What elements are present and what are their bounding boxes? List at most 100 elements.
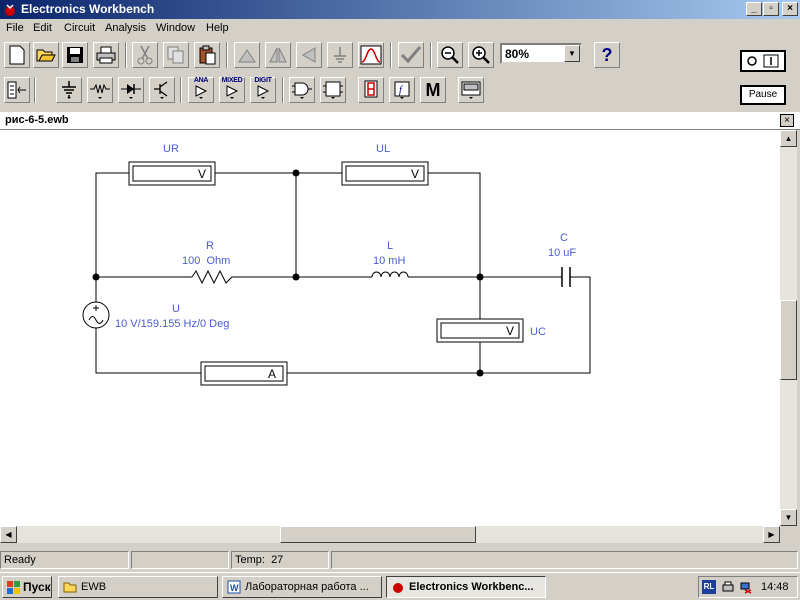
digital-bin-button[interactable] [320, 77, 346, 103]
voltmeter-ur-label: UR [163, 143, 179, 155]
scroll-up-icon[interactable]: ▲ [780, 130, 797, 147]
analog-ics-bin-button[interactable]: ANA [188, 77, 214, 103]
svg-text:W: W [230, 583, 239, 593]
menu-window[interactable]: Window [156, 22, 195, 34]
cut-button[interactable] [132, 42, 158, 68]
taskbar-item-ewb[interactable]: EWB [58, 576, 218, 598]
transistor-icon [154, 81, 168, 99]
window-titlebar[interactable]: Electronics Workbench _ ▫ × [0, 0, 800, 19]
zoom-select[interactable]: 80% ▼ [500, 43, 582, 64]
instruments-bin-button[interactable] [458, 77, 484, 103]
status-message: Ready [0, 551, 129, 569]
vertical-scroll-thumb[interactable] [780, 300, 797, 380]
app-root: Electronics Workbench _ ▫ × File Edit Ci… [0, 0, 800, 600]
save-button[interactable] [62, 42, 88, 68]
menu-circuit[interactable]: Circuit [64, 22, 95, 34]
scroll-right-icon[interactable]: ▶ [763, 526, 780, 543]
power-switch-icon [747, 54, 779, 68]
paste-icon [199, 45, 216, 65]
inductor-name: L [387, 240, 393, 252]
mixed-ics-label: MIXED [221, 77, 243, 84]
status-bar: Ready Temp: 27 [0, 549, 800, 571]
sources-bin-button[interactable] [56, 77, 82, 103]
flip-horizontal-button[interactable] [265, 42, 291, 68]
controls-bin-button[interactable]: f [389, 77, 415, 103]
help-button[interactable]: ? [594, 42, 620, 68]
scroll-down-icon[interactable]: ▼ [780, 509, 797, 526]
component-properties-icon [334, 47, 346, 63]
document-close-button[interactable]: × [780, 114, 794, 127]
indicators-bin-button[interactable] [358, 77, 384, 103]
instrument-icon [461, 81, 481, 99]
close-button[interactable]: × [782, 2, 798, 16]
taskbar-item-workbench[interactable]: Electronics Workbenc... [386, 576, 546, 598]
pause-button[interactable]: Pause [740, 85, 786, 105]
system-tray: RL 14:48 [698, 576, 798, 598]
restore-button[interactable]: ▫ [763, 2, 779, 16]
junction-dot [292, 273, 300, 281]
print-button[interactable] [93, 42, 119, 68]
digital-ics-bin-button[interactable]: DIGIT [250, 77, 276, 103]
zoom-out-button[interactable] [437, 42, 463, 68]
flip-flop-icon [323, 81, 343, 99]
horizontal-scrollbar[interactable]: ◀ ▶ [0, 526, 780, 543]
paste-button[interactable] [194, 42, 220, 68]
transistors-bin-button[interactable] [149, 77, 175, 103]
miscellaneous-bin-button[interactable]: M [420, 77, 446, 103]
digital-ics-label: DIGIT [254, 77, 272, 84]
junction-dot [476, 273, 484, 281]
menu-analysis[interactable]: Analysis [105, 22, 146, 34]
wire [95, 328, 201, 374]
printer-tray-icon[interactable] [721, 580, 735, 594]
component-properties-button[interactable] [327, 42, 353, 68]
zoom-in-button[interactable] [468, 42, 494, 68]
network-disconnected-icon[interactable] [739, 580, 753, 594]
vertical-scrollbar[interactable]: ▲ ▼ [780, 130, 797, 526]
voltmeter-ur-unit: V [198, 167, 206, 181]
menu-edit[interactable]: Edit [33, 22, 52, 34]
document-titlebar[interactable]: рис-6-5.ewb × [0, 112, 800, 130]
capacitor-symbol [561, 267, 571, 287]
open-file-button[interactable] [33, 42, 59, 68]
menu-file[interactable]: File [6, 22, 24, 34]
status-temperature: Temp: 27 [231, 551, 329, 569]
taskbar-item-word[interactable]: W Лабораторная работа ... [222, 576, 382, 598]
wire [95, 172, 129, 277]
circuit-canvas[interactable]: V V V A UR UL UC R 100 Ohm L 10 mH C 10 … [0, 130, 780, 526]
new-file-button[interactable] [4, 42, 30, 68]
resistor-symbol [191, 269, 233, 285]
source-value: 10 V/159.155 Hz/0 Deg [115, 318, 229, 330]
wire [428, 172, 481, 277]
start-button[interactable]: Пуск [2, 576, 52, 598]
scissors-icon [137, 45, 153, 65]
horizontal-scroll-thumb[interactable] [280, 526, 476, 543]
rotate-button[interactable] [234, 42, 260, 68]
junction-dot [476, 369, 484, 377]
menu-help[interactable]: Help [206, 22, 229, 34]
scroll-left-icon[interactable]: ◀ [0, 526, 17, 543]
floppy-disk-icon [67, 47, 83, 63]
mixed-ics-bin-button[interactable]: MIXED [219, 77, 245, 103]
capacitor-value: 10 uF [548, 247, 576, 259]
minimize-button[interactable]: _ [746, 2, 762, 16]
copy-button[interactable] [163, 42, 189, 68]
dropdown-arrow-icon[interactable]: ▼ [564, 45, 580, 62]
resistor-value: 100 Ohm [182, 255, 230, 267]
circuit-schematic: V V V A UR UL UC R 100 Ohm L 10 mH C 10 … [82, 143, 591, 386]
toolbar-separator [125, 42, 127, 68]
function-block-icon: f [394, 81, 410, 99]
favorites-icon [7, 81, 26, 99]
and-gate-icon [292, 82, 312, 99]
create-subcircuit-button[interactable] [358, 42, 384, 68]
description-button[interactable] [398, 42, 424, 68]
graph-icon [360, 45, 382, 65]
logic-gates-bin-button[interactable] [289, 77, 315, 103]
language-indicator[interactable]: RL [702, 580, 716, 594]
basic-bin-button[interactable] [87, 77, 113, 103]
power-switch[interactable] [740, 50, 786, 72]
favorites-bin-button[interactable] [4, 77, 30, 103]
flip-vertical-button[interactable] [296, 42, 322, 68]
diodes-bin-button[interactable] [118, 77, 144, 103]
printer-icon [96, 46, 116, 64]
folder-icon [63, 582, 77, 593]
